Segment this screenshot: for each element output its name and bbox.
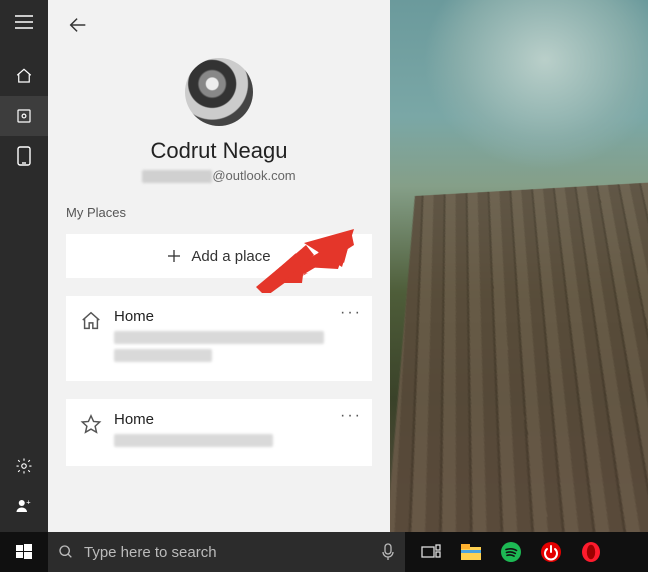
device-icon[interactable] (0, 136, 48, 176)
my-places-label: My Places (66, 205, 372, 220)
star-icon (80, 413, 102, 435)
add-place-button[interactable]: Add a place (66, 234, 372, 278)
place-address-redacted (114, 349, 212, 362)
place-title: Home (114, 308, 358, 325)
profile-name: Codrut Neagu (151, 138, 288, 164)
account-icon[interactable]: + (0, 486, 48, 526)
add-place-label: Add a place (191, 248, 270, 265)
places-nav-icon[interactable] (0, 96, 48, 136)
profile-email: @outlook.com (142, 168, 295, 183)
email-domain: @outlook.com (212, 168, 295, 183)
power-icon[interactable] (531, 532, 571, 572)
profile-panel: Codrut Neagu @outlook.com My Places Add … (48, 0, 390, 532)
file-explorer-icon[interactable] (451, 532, 491, 572)
place-title: Home (114, 411, 358, 428)
app-sidebar: + (0, 0, 48, 532)
search-input[interactable] (84, 544, 395, 561)
place-address-redacted (114, 331, 324, 344)
home-icon[interactable] (0, 56, 48, 96)
home-icon (80, 310, 102, 332)
place-card[interactable]: ··· Home (66, 296, 372, 381)
search-box[interactable] (48, 532, 405, 572)
plus-icon (167, 249, 181, 263)
back-button[interactable] (62, 9, 94, 41)
place-address-redacted (114, 434, 273, 447)
avatar (185, 58, 253, 126)
place-card[interactable]: ··· Home (66, 399, 372, 466)
more-icon[interactable]: ··· (340, 407, 362, 425)
email-local-redacted (142, 170, 212, 183)
taskbar (0, 532, 648, 572)
opera-icon[interactable] (571, 532, 611, 572)
search-icon (58, 544, 74, 560)
task-view-icon[interactable] (411, 532, 451, 572)
hamburger-icon[interactable] (0, 2, 48, 42)
windows-icon (16, 544, 32, 560)
spotify-icon[interactable] (491, 532, 531, 572)
mic-icon[interactable] (381, 543, 395, 561)
start-button[interactable] (0, 532, 48, 572)
settings-icon[interactable] (0, 446, 48, 486)
svg-text:+: + (26, 498, 31, 507)
more-icon[interactable]: ··· (340, 304, 362, 322)
